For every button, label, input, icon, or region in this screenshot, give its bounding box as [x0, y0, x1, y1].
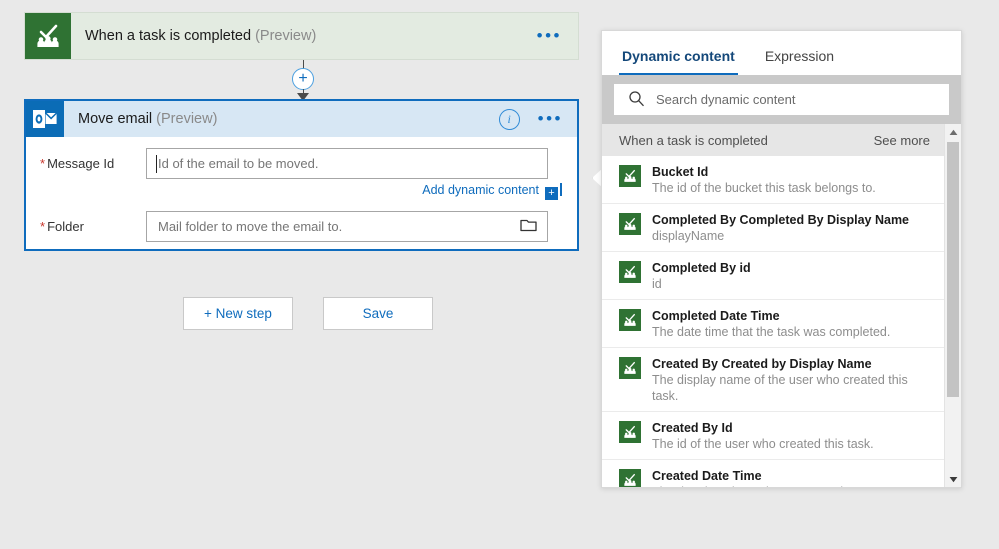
planner-icon	[619, 165, 641, 187]
trigger-menu-button[interactable]: •••	[537, 27, 562, 44]
list-item[interactable]: Completed By id id	[602, 252, 944, 300]
save-button[interactable]: Save	[323, 297, 433, 330]
info-icon[interactable]: i	[498, 108, 520, 130]
list-item-title: Completed By Completed By Display Name	[652, 213, 910, 227]
list-item-title: Created Date Time	[652, 469, 762, 483]
required-asterisk: *	[40, 218, 46, 234]
new-step-button[interactable]: + New step	[183, 297, 293, 330]
action-card-header[interactable]: Move email (Preview) i •••	[26, 101, 577, 137]
list-item-description: The id of the user who created this task…	[652, 437, 874, 451]
trigger-title: When a task is completed (Preview)	[85, 28, 316, 44]
text-cursor	[156, 154, 157, 173]
add-dynamic-content-button[interactable]: Add dynamic content +	[422, 183, 562, 200]
search-dynamic-content-input[interactable]: Search dynamic content	[614, 84, 949, 115]
action-card[interactable]: Move email (Preview) i ••• * Message Id I…	[24, 99, 579, 251]
planner-icon	[619, 469, 641, 487]
action-menu-button[interactable]: •••	[538, 110, 563, 127]
list-item[interactable]: Created By Created by Display Name The d…	[602, 348, 944, 412]
action-title-text: Move email	[78, 111, 153, 127]
list-item-title: Completed Date Time	[652, 309, 780, 323]
scroll-down-icon[interactable]	[945, 471, 961, 487]
list-item-title: Bucket Id	[652, 165, 709, 179]
plus-badge-icon: +	[545, 187, 558, 200]
scroll-up-icon[interactable]	[945, 124, 961, 140]
search-placeholder: Search dynamic content	[656, 92, 796, 107]
add-dynamic-content-row: Add dynamic content +	[26, 183, 577, 200]
badge-caret	[560, 183, 562, 196]
dynamic-content-list: When a task is completed See more Bucket…	[602, 124, 944, 487]
message-id-input[interactable]: Id of the email to be moved.	[146, 147, 548, 179]
message-id-placeholder: Id of the email to be moved.	[158, 155, 319, 171]
message-id-label: * Message Id	[26, 156, 146, 171]
field-row-folder: * Folder Mail folder to move the email to…	[26, 210, 577, 242]
folder-picker-icon[interactable]	[520, 217, 537, 235]
trigger-card[interactable]: When a task is completed (Preview) •••	[24, 12, 579, 60]
list-item-title: Completed By id	[652, 261, 751, 275]
dynamic-content-list-area: When a task is completed See more Bucket…	[602, 124, 961, 487]
group-header-when-a-task-is-completed: When a task is completed See more	[602, 124, 944, 156]
dynamic-content-panel: Dynamic content Expression Search dynami…	[601, 30, 962, 488]
list-item-description: displayName	[652, 229, 725, 243]
action-preview-label: (Preview)	[156, 111, 218, 127]
list-item[interactable]: Completed By Completed By Display Name d…	[602, 204, 944, 252]
planner-icon	[619, 357, 641, 379]
outlook-icon	[26, 101, 64, 137]
field-row-message-id: * Message Id Id of the email to be moved.	[26, 147, 577, 179]
list-item-title: Created By Id	[652, 421, 733, 435]
list-item[interactable]: Completed Date Time The date time that t…	[602, 300, 944, 348]
step-connector: +	[278, 60, 330, 101]
folder-label-text: Folder	[47, 218, 84, 234]
folder-label: * Folder	[26, 219, 146, 234]
search-icon	[628, 90, 645, 110]
list-item-description: The id of the bucket this task belongs t…	[652, 181, 876, 195]
flow-designer-canvas: When a task is completed (Preview) ••• +	[0, 0, 596, 549]
scrollbar-thumb[interactable]	[947, 142, 959, 397]
planner-icon	[619, 309, 641, 331]
list-item[interactable]: Created Date Time The datetime the task …	[602, 460, 944, 487]
list-item[interactable]: Created By Id The id of the user who cre…	[602, 412, 944, 460]
group-header-title: When a task is completed	[619, 132, 768, 148]
list-item-description: id	[652, 277, 662, 291]
folder-input[interactable]: Mail folder to move the email to.	[146, 210, 548, 242]
list-item-description: The date time that the task was complete…	[652, 325, 891, 339]
search-container: Search dynamic content	[602, 75, 961, 124]
list-item-description: The datetime the task was created.	[652, 485, 847, 487]
trigger-title-text: When a task is completed	[85, 28, 252, 44]
list-item-description: The display name of the user who created…	[652, 373, 908, 403]
panel-tabs: Dynamic content Expression	[602, 31, 961, 75]
planner-icon	[619, 213, 641, 235]
message-id-label-text: Message Id	[47, 155, 115, 171]
folder-placeholder: Mail folder to move the email to.	[158, 218, 343, 234]
tab-expression[interactable]: Expression	[762, 48, 837, 75]
list-item[interactable]: Bucket Id The id of the bucket this task…	[602, 156, 944, 204]
planner-icon	[619, 421, 641, 443]
planner-icon	[619, 261, 641, 283]
see-more-button[interactable]: See more	[874, 133, 930, 148]
list-item-title: Created By Created by Display Name	[652, 357, 872, 371]
tab-dynamic-content[interactable]: Dynamic content	[619, 48, 738, 75]
planner-icon	[25, 13, 71, 59]
trigger-preview-label: (Preview)	[255, 28, 317, 44]
insert-step-button[interactable]: +	[292, 68, 314, 90]
panel-scrollbar[interactable]	[944, 124, 961, 487]
action-title: Move email (Preview)	[78, 111, 217, 127]
required-asterisk: *	[40, 155, 46, 171]
designer-actions: + New step Save	[183, 297, 433, 330]
add-dynamic-content-label: Add dynamic content	[422, 183, 539, 197]
